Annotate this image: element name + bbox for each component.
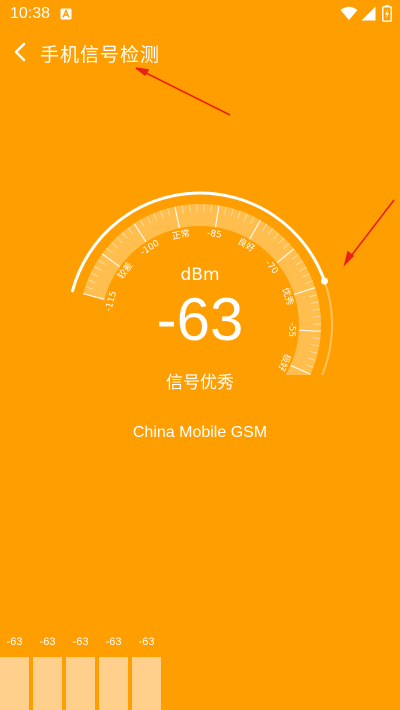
status-time: 10:38 (10, 5, 51, 22)
history-bar (132, 657, 161, 710)
history-value: -63 (138, 636, 155, 648)
signal-icon (361, 6, 376, 21)
page-title: 手机信号检测 (40, 44, 161, 66)
gauge-tick-label: -85 (206, 229, 222, 241)
annotation-arrow-title (139, 69, 231, 116)
history-value: -63 (72, 636, 89, 648)
history-item: -63 (0, 636, 29, 710)
history-item: -63 (132, 636, 161, 710)
history-bar (33, 657, 62, 710)
history-value: -63 (6, 636, 23, 648)
app-bar: 手机信号检测 (0, 30, 400, 74)
wifi-icon (340, 6, 358, 20)
history-item: -63 (33, 636, 62, 710)
status-bar: 10:38 (0, 0, 400, 30)
signal-history: -63 -63 -63 -63 -63 (0, 636, 400, 710)
signal-quality-label: 信号优秀 (166, 373, 234, 393)
history-item: -63 (99, 636, 128, 710)
history-bar (0, 657, 29, 710)
history-value: -63 (105, 636, 122, 648)
carrier-label: China Mobile GSM (132, 424, 268, 441)
history-value: -63 (39, 636, 56, 648)
annotation-arrow-gauge (347, 199, 395, 261)
battery-charging-icon (382, 5, 392, 22)
chevron-left-icon[interactable] (8, 38, 34, 66)
a-notification-icon (60, 8, 72, 20)
annotation-arrow-gauge-head (343, 250, 355, 267)
history-bar (99, 657, 128, 710)
history-bar (66, 657, 95, 710)
signal-value: -63 (156, 286, 244, 353)
unit-label: dBm (180, 265, 220, 285)
history-item: -63 (66, 636, 95, 710)
